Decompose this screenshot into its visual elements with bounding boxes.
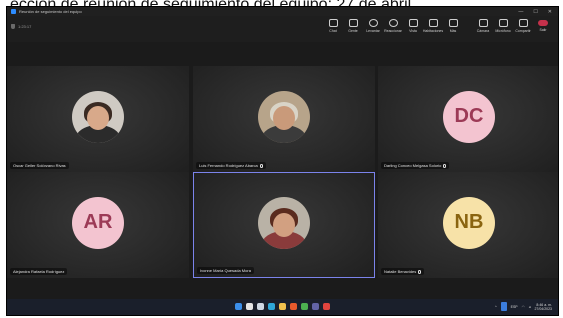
reactions-button[interactable]: Reaccionar [383,19,403,33]
more-button[interactable]: Más [443,19,463,33]
taskbar-clock[interactable]: 8:46 a. m. 27/04/2023 [534,303,552,311]
toolbar-label: Micrófono [495,29,511,33]
toolbar-label: Compartir [515,29,531,33]
volume-icon[interactable]: ◂ [529,305,531,309]
shield-icon [11,24,15,29]
muted-microphone-icon [259,163,263,168]
participant-grid: Oscar Geiler Solórzano Rivas Luis Fernand… [7,66,558,296]
chat-button[interactable]: Chat [323,19,343,33]
leave-icon [538,20,548,26]
people-icon [348,19,358,27]
muted-microphone-icon [418,269,422,274]
chevron-up-icon[interactable]: ^ [495,305,497,309]
language-indicator[interactable]: ESP [511,305,518,309]
search-icon[interactable] [246,303,253,310]
view-button[interactable]: Vista [403,19,423,33]
initials-avatar: AR [72,196,124,249]
leave-button[interactable]: Salir [533,19,553,32]
taskbar-apps [235,303,330,310]
toolbar-label: Cámara [476,29,490,33]
participant-nametag: Oscar Geiler Solórzano Rivas [10,162,69,169]
avatar [258,196,310,249]
participant-tile[interactable]: Oscar Geiler Solórzano Rivas [7,66,189,172]
microphone-button[interactable]: Micrófono [493,19,513,33]
app-icon [11,9,16,14]
windows-taskbar: ^ ESP ◠ ◂ 8:46 a. m. 27/04/2023 [7,299,558,315]
rooms-button[interactable]: Habitaciones [423,19,443,33]
more-icon [448,19,458,27]
meeting-toolbar: 1:23:17 Chat Gente Levantar Reaccionar Vista… [7,16,558,42]
toolbar-label: Levantar [366,29,380,33]
meeting-timer: 1:23:17 [11,24,31,29]
toolbar-label: Vista [409,29,417,33]
window-controls: — ☐ ✕ [518,9,558,15]
participant-name: Natalie Benavides [384,269,417,274]
participant-nametag: Alejandra Rafaela Rodríguez [10,268,68,275]
participant-nametag: Ivonne María Quesada Mora [197,267,254,274]
toolbar-label: Salir [539,28,547,32]
minimize-button[interactable]: — [518,9,523,15]
teams-icon[interactable] [312,303,319,310]
chrome-icon[interactable] [301,303,308,310]
file-explorer-icon[interactable] [279,303,286,310]
camera-button[interactable]: Cámara [473,19,493,33]
participant-tile[interactable]: NB Natalie Benavides [378,172,558,278]
wifi-icon[interactable]: ◠ [522,305,525,309]
toolbar-label: Chat [329,29,337,33]
participant-tile[interactable]: DC Darling Conceo Melgasa Solorio [378,66,558,172]
share-button[interactable]: Compartir [513,19,533,33]
participant-name: Ivonne María Quesada Mora [200,268,251,273]
camera-icon [478,19,488,27]
share-icon [518,19,528,27]
participant-tile[interactable]: Ivonne María Quesada Mora [193,172,375,278]
window-title: Reunión de seguimiento del equipo [19,9,82,14]
participant-nametag: Darling Conceo Melgasa Solorio [381,162,450,169]
system-tray: ^ ESP ◠ ◂ 8:46 a. m. 27/04/2023 [495,302,552,311]
rooms-icon [428,19,438,27]
window-titlebar: Reunión de seguimiento del equipo — ☐ ✕ [7,7,558,16]
initials-avatar: DC [443,90,495,143]
participant-nametag: Luis Fernando Rodríguez Abarca [196,162,266,169]
toolbar-label: Gente [348,29,358,33]
participant-tile[interactable]: AR Alejandra Rafaela Rodríguez [7,172,189,278]
raise-hand-icon [368,19,378,27]
toolbar-label: Más [449,29,457,33]
participant-name: Luis Fernando Rodríguez Abarca [199,163,258,168]
participant-name: Darling Conceo Melgasa Solorio [384,163,442,168]
view-icon [408,19,418,27]
reactions-icon [388,19,398,27]
participant-tile[interactable]: Luis Fernando Rodríguez Abarca [193,66,375,172]
toolbar-label: Habitaciones [422,29,444,33]
store-icon[interactable] [290,303,297,310]
notification-chip-icon[interactable] [500,302,507,311]
muted-microphone-icon [443,163,447,168]
meeting-time: 1:23:17 [18,24,32,29]
mail-icon[interactable] [323,303,330,310]
maximize-button[interactable]: ☐ [533,9,537,15]
avatar [72,90,124,143]
initials-avatar: NB [443,196,495,249]
meeting-window: Reunión de seguimiento del equipo — ☐ ✕ … [6,6,559,316]
edge-icon[interactable] [268,303,275,310]
participant-name: Alejandra Rafaela Rodríguez [13,269,65,274]
toolbar-label: Reaccionar [384,29,402,33]
windows-start-icon[interactable] [235,303,242,310]
chat-icon [328,19,338,27]
people-button[interactable]: Gente [343,19,363,33]
clock-date: 27/04/2023 [534,306,552,311]
participant-nametag: Natalie Benavides [381,268,425,275]
close-button[interactable]: ✕ [548,9,552,15]
task-view-icon[interactable] [257,303,264,310]
participant-name: Oscar Geiler Solórzano Rivas [13,163,66,168]
avatar [258,90,310,143]
raise-hand-button[interactable]: Levantar [363,19,383,33]
microphone-icon [498,19,508,27]
